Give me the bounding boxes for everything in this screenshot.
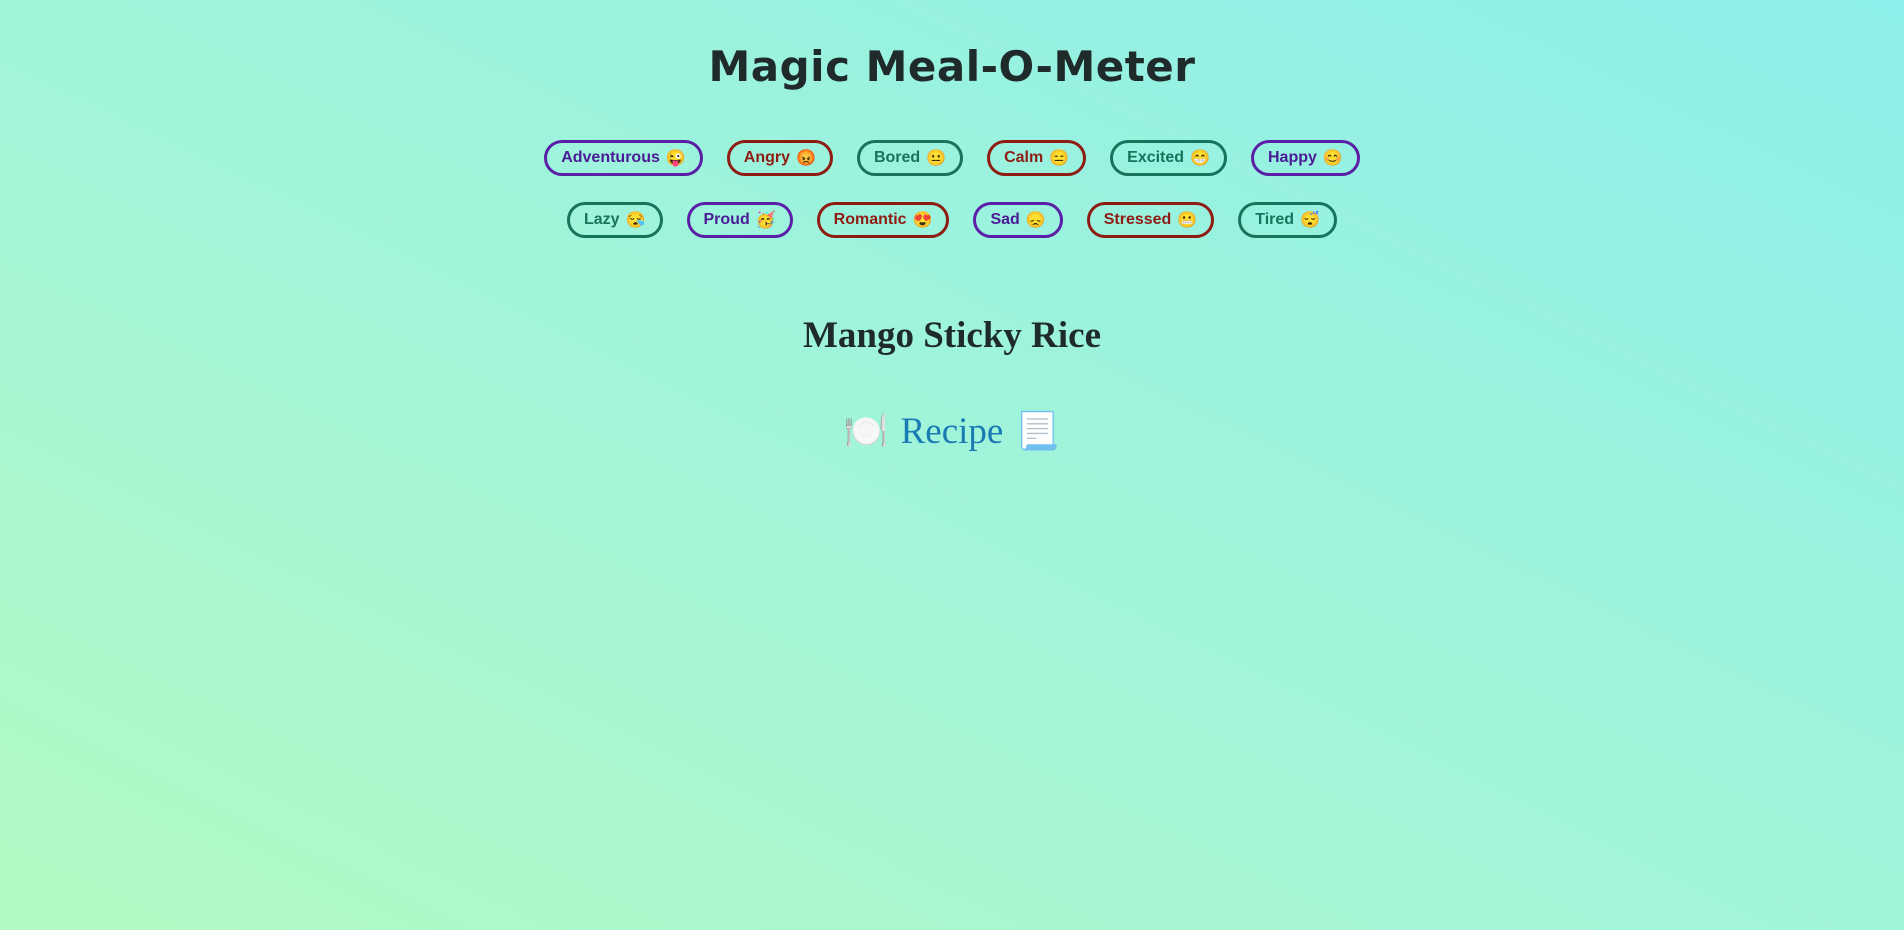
mood-label: Excited [1127, 149, 1185, 166]
page-curl-icon: 📃 [1015, 410, 1061, 452]
recipe-line: 🍽️ Recipe 📃 [0, 410, 1904, 453]
angry-face-emoji-icon: 😡 [796, 150, 816, 167]
disappointed-face-emoji-icon: 😞 [1025, 212, 1046, 229]
sleepy-face-emoji-icon: 😪 [625, 212, 646, 229]
mood-label: Romantic [833, 211, 907, 228]
sleeping-face-emoji-icon: 😴 [1300, 212, 1320, 229]
smiling-face-emoji-icon: 😊 [1322, 150, 1343, 167]
mood-button-tired[interactable]: Tired 😴 [1238, 202, 1337, 238]
mood-button-lazy[interactable]: Lazy 😪 [567, 202, 663, 238]
mood-label: Lazy [584, 211, 620, 228]
mood-label: Adventurous [561, 149, 660, 166]
mood-button-angry[interactable]: Angry 😡 [726, 140, 833, 176]
mood-label: Stressed [1103, 211, 1172, 228]
mood-row-2: Lazy 😪 Proud 🥳 Romantic 😍 Sad 😞 Stressed… [0, 202, 1904, 238]
tongue-wink-emoji-icon: 😜 [665, 150, 686, 167]
neutral-face-emoji-icon: 😐 [926, 150, 947, 167]
heart-eyes-emoji-icon: 😍 [912, 212, 933, 229]
party-face-emoji-icon: 🥳 [755, 212, 776, 229]
recipe-link[interactable]: Recipe [901, 410, 1004, 453]
page-title: Magic Meal-O-Meter [708, 42, 1196, 91]
mood-label: Tired [1255, 211, 1295, 228]
mood-button-excited[interactable]: Excited 😁 [1110, 140, 1227, 176]
mood-label: Calm [1004, 149, 1044, 166]
mood-button-sad[interactable]: Sad 😞 [973, 202, 1063, 238]
mood-button-happy[interactable]: Happy 😊 [1250, 140, 1360, 176]
mood-button-bored[interactable]: Bored 😐 [856, 140, 964, 176]
mood-label: Angry [743, 149, 791, 166]
mood-label: Sad [990, 211, 1020, 228]
mood-row-1: Adventurous 😜 Angry 😡 Bored 😐 Calm 😑 Exc… [0, 140, 1904, 176]
mood-button-proud[interactable]: Proud 🥳 [686, 202, 793, 238]
mood-button-romantic[interactable]: Romantic 😍 [816, 202, 950, 238]
grimacing-face-emoji-icon: 😬 [1177, 212, 1198, 229]
mood-button-stressed[interactable]: Stressed 😬 [1086, 202, 1215, 238]
mood-button-calm[interactable]: Calm 😑 [987, 140, 1087, 176]
grinning-face-emoji-icon: 😁 [1190, 150, 1210, 167]
mood-label: Happy [1267, 149, 1317, 166]
mood-label: Proud [703, 211, 750, 228]
mood-label: Bored [873, 149, 921, 166]
meal-name: Mango Sticky Rice [802, 315, 1102, 356]
mood-button-adventurous[interactable]: Adventurous 😜 [544, 140, 703, 176]
expressionless-face-emoji-icon: 😑 [1049, 150, 1070, 167]
plate-cutlery-icon: 🍽️ [843, 410, 889, 452]
